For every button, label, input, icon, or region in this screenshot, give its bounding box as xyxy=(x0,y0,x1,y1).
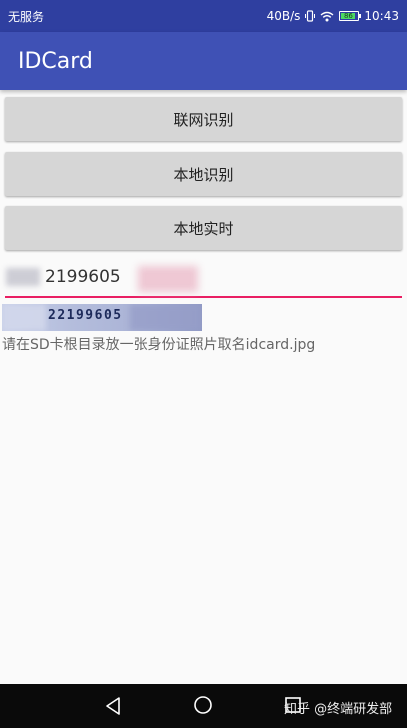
nav-home-icon[interactable] xyxy=(193,695,213,719)
carrier-label: 无服务 xyxy=(8,9,45,24)
id-number-input[interactable] xyxy=(5,262,402,298)
card-crop-digits: 22199605 xyxy=(48,308,123,323)
network-speed: 40B/s xyxy=(266,9,301,23)
clock: 10:43 xyxy=(364,9,399,23)
instruction-text: 请在SD卡根目录放一张身份证照片取名idcard.jpg xyxy=(2,337,316,353)
status-icons: 40B/s 86 10:43 xyxy=(267,9,399,23)
battery-level: 86 xyxy=(341,13,356,20)
online-recognition-button[interactable]: 联网识别 xyxy=(5,97,402,141)
local-recognition-button[interactable]: 本地识别 xyxy=(5,152,402,196)
nav-back-icon[interactable] xyxy=(104,696,122,720)
app-bar: IDCard xyxy=(0,32,407,90)
redaction-blur-right xyxy=(138,266,198,292)
vibrate-icon xyxy=(305,10,316,22)
app-title: IDCard xyxy=(18,48,93,74)
redaction-blur-left xyxy=(6,268,40,286)
watermark: 知乎 @终端研发部 xyxy=(284,702,393,717)
wifi-icon xyxy=(320,11,334,22)
battery-icon: 86 xyxy=(339,11,362,21)
local-realtime-button[interactable]: 本地实时 xyxy=(5,206,402,250)
status-bar: 无服务 40B/s 86 10:43 xyxy=(0,0,407,32)
id-card-crop-image: 22199605 xyxy=(2,304,202,331)
